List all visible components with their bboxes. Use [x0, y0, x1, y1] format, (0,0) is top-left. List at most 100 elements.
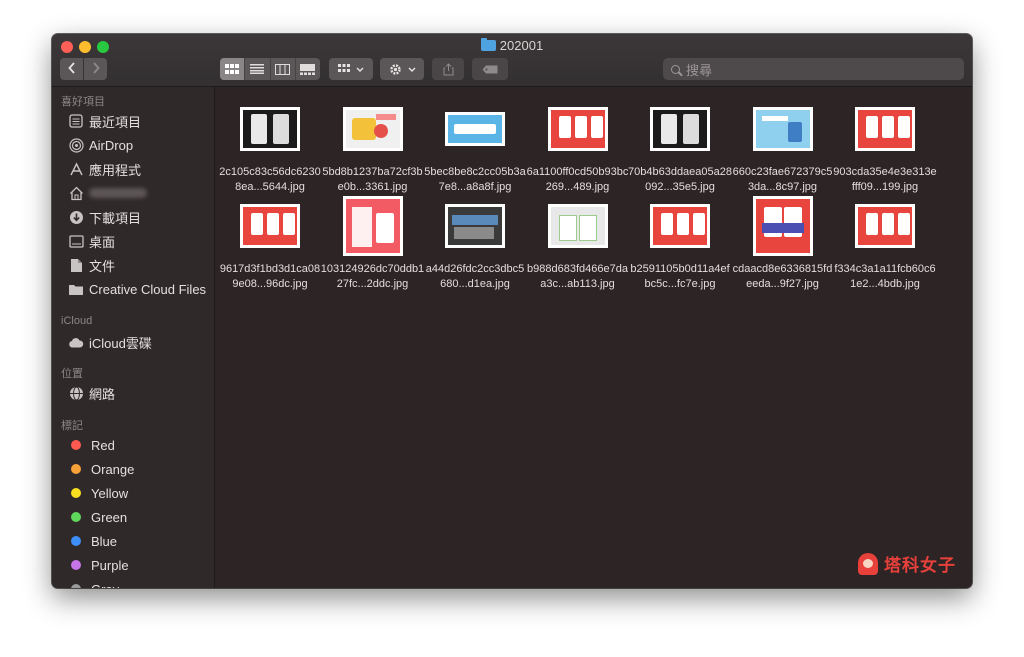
- sidebar-tag-orange[interactable]: Orange: [68, 458, 134, 480]
- tag-label: Red: [91, 437, 115, 453]
- file-thumbnail-container: [423, 99, 527, 159]
- file-thumbnail: [650, 107, 710, 151]
- file-thumbnail-container: [218, 99, 322, 159]
- file-name: b2591105b0d11a4efbc5c...fc7e.jpg: [630, 263, 730, 290]
- tag-color-dot: [71, 488, 81, 498]
- file-item[interactable]: 903cda35e4e3e313efff09...199.jpg: [833, 99, 937, 195]
- file-thumbnail-container: [423, 196, 527, 256]
- file-thumbnail-container: [833, 196, 937, 256]
- sidebar-item-creative-cloud-files[interactable]: Creative Cloud Files: [68, 278, 206, 300]
- file-thumbnail: [752, 107, 813, 151]
- list-view-button[interactable]: [245, 58, 271, 80]
- file-grid: 2c105c83c56dc62308ea...5644.jpg 5bd8b1237…: [216, 87, 972, 588]
- search-icon: [671, 64, 680, 74]
- file-name: 5bec8be8c2cc05b3a7e8...a8a8f.jpg: [424, 166, 526, 193]
- tag-color-dot: [71, 560, 81, 570]
- file-thumbnail-container: [321, 99, 425, 159]
- tag-label: Yellow: [91, 485, 129, 501]
- locations-header: 位置: [61, 368, 83, 380]
- file-thumbnail: [342, 196, 403, 256]
- share-icon: [443, 62, 453, 75]
- sidebar-tag-yellow[interactable]: Yellow: [68, 482, 128, 504]
- file-name: 70b4b63ddaea05a28092...35e5.jpg: [628, 166, 733, 193]
- file-name: 903cda35e4e3e313efff09...199.jpg: [833, 166, 937, 193]
- column-view-button[interactable]: [271, 58, 296, 80]
- file-name: cdaacd8e6336815fdeeda...9f27.jpg: [732, 263, 833, 290]
- sidebar-item-desktop[interactable]: 桌面: [68, 230, 115, 252]
- applications-icon: [68, 161, 84, 177]
- file-thumbnail-container: [731, 196, 835, 256]
- sidebar-item-home[interactable]: [68, 182, 147, 204]
- file-thumbnail: [547, 107, 608, 151]
- gallery-view-button[interactable]: [296, 58, 320, 80]
- file-item[interactable]: 5bec8be8c2cc05b3a7e8...a8a8f.jpg: [423, 99, 527, 195]
- file-thumbnail: [547, 204, 608, 248]
- file-item[interactable]: b988d683fd466e7daa3c...ab113.jpg: [526, 196, 630, 292]
- group-grid-icon: [338, 64, 350, 72]
- gear-icon: [389, 63, 401, 75]
- sidebar-tag-purple[interactable]: Purple: [68, 554, 129, 576]
- mascot-logo: [858, 552, 878, 575]
- gallery-view-icon: [300, 63, 316, 75]
- file-item[interactable]: a44d26fdc2cc3dbc5680...d1ea.jpg: [423, 196, 527, 292]
- file-name: a44d26fdc2cc3dbc5680...d1ea.jpg: [425, 263, 525, 290]
- file-item[interactable]: 5bd8b1237ba72cf3be0b...3361.jpg: [321, 99, 425, 195]
- group-by-button[interactable]: [329, 58, 373, 80]
- home-icon: [68, 185, 84, 201]
- search-field[interactable]: 搜尋: [663, 58, 964, 80]
- tag-color-dot: [71, 512, 81, 522]
- file-item[interactable]: f334c3a1a11fcb60c61e2...4bdb.jpg: [833, 196, 937, 292]
- favorites-header: 喜好項目: [61, 96, 105, 108]
- sidebar-tag-gray[interactable]: Gray: [68, 578, 119, 588]
- title-bar: 202001 搜尋: [52, 34, 972, 87]
- search-placeholder: 搜尋: [686, 62, 713, 78]
- file-thumbnail-container: [526, 99, 630, 159]
- file-name: 5bd8b1237ba72cf3be0b...3361.jpg: [322, 166, 423, 193]
- sidebar-tag-red[interactable]: Red: [68, 434, 115, 456]
- file-name: 2c105c83c56dc62308ea...5644.jpg: [219, 166, 321, 193]
- column-view-icon: [275, 63, 291, 75]
- sidebar-item-recents[interactable]: 最近項目: [68, 110, 141, 132]
- file-item[interactable]: 6a1100ff0cd50b93bc269...489.jpg: [526, 99, 630, 195]
- tag-color-dot: [71, 536, 81, 546]
- file-name: 103124926dc70ddb127fc...2ddc.jpg: [320, 263, 425, 290]
- sidebar-item-applications[interactable]: 應用程式: [68, 158, 141, 180]
- file-name: b988d683fd466e7daa3c...ab113.jpg: [527, 263, 628, 290]
- file-thumbnail-container: [526, 196, 630, 256]
- finder-window: 202001 搜尋 喜好項目 最近項目 AirDrop 應用程式 下載項目 桌面…: [52, 34, 972, 588]
- file-item[interactable]: 70b4b63ddaea05a28092...35e5.jpg: [628, 99, 732, 195]
- sidebar-item-airdrop[interactable]: AirDrop: [68, 134, 133, 156]
- file-item[interactable]: 2c105c83c56dc62308ea...5644.jpg: [218, 99, 322, 195]
- desktop-icon: [68, 233, 84, 249]
- tag-color-dot: [71, 584, 81, 588]
- file-item[interactable]: cdaacd8e6336815fdeeda...9f27.jpg: [731, 196, 835, 292]
- tag-button[interactable]: [472, 58, 508, 80]
- sidebar-item-documents[interactable]: 文件: [68, 254, 115, 276]
- sidebar-tag-blue[interactable]: Blue: [68, 530, 117, 552]
- file-item[interactable]: 660c23fae672379c53da...8c97.jpg: [731, 99, 835, 195]
- file-thumbnail: [855, 204, 915, 248]
- forward-button[interactable]: [84, 58, 107, 80]
- sidebar-tag-green[interactable]: Green: [68, 506, 127, 528]
- file-thumbnail: [240, 204, 300, 248]
- file-thumbnail-container: [321, 196, 425, 256]
- sidebar-item-downloads[interactable]: 下載項目: [68, 206, 141, 228]
- airdrop-icon: [68, 137, 84, 153]
- back-button[interactable]: [60, 58, 83, 80]
- file-thumbnail: [445, 112, 505, 146]
- share-button[interactable]: [432, 58, 464, 80]
- tag-color-dot: [71, 464, 81, 474]
- window-title: 202001: [52, 38, 972, 54]
- file-item[interactable]: 103124926dc70ddb127fc...2ddc.jpg: [321, 196, 425, 292]
- sidebar-item-network[interactable]: 網路: [68, 382, 115, 404]
- watermark: 塔科女子: [858, 551, 956, 576]
- file-thumbnail-container: [731, 99, 835, 159]
- action-menu-button[interactable]: [380, 58, 424, 80]
- file-item[interactable]: 9617d3f1bd3d1ca089e08...96dc.jpg: [218, 196, 322, 292]
- tag-label: Gray: [91, 582, 119, 589]
- file-name: 660c23fae672379c53da...8c97.jpg: [732, 166, 833, 193]
- file-thumbnail-container: [628, 196, 732, 256]
- file-item[interactable]: b2591105b0d11a4efbc5c...fc7e.jpg: [628, 196, 732, 292]
- sidebar-item-icloud-drive[interactable]: iCloud雲碟: [68, 331, 152, 353]
- icon-view-button[interactable]: [220, 58, 246, 80]
